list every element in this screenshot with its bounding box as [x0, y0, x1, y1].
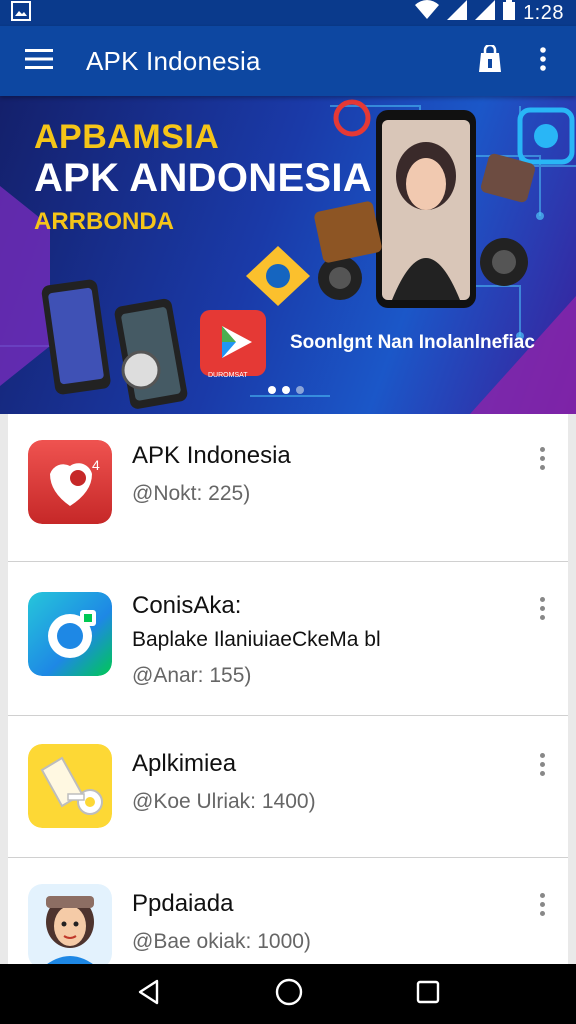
gallery-notification-icon	[10, 0, 32, 27]
key-tool-icon	[28, 744, 112, 828]
carousel-indicator[interactable]	[268, 386, 304, 394]
banner-headline-1: APBAMSIA	[34, 118, 220, 156]
item-overflow-button[interactable]	[530, 746, 554, 782]
more-vert-icon	[540, 46, 546, 76]
item-overflow-button[interactable]	[530, 886, 554, 922]
carousel-dot-1[interactable]	[268, 386, 276, 394]
item-overflow-button[interactable]	[530, 440, 554, 476]
signal-icon	[447, 0, 468, 26]
app-title: Ppdaiada	[132, 890, 234, 917]
app-title: APK Indonesia	[132, 442, 291, 469]
store-button[interactable]	[462, 26, 518, 96]
banner-tagline: Soonlgnt Nan Inolanlnefiac	[290, 332, 535, 353]
back-button[interactable]	[135, 978, 163, 1011]
menu-button[interactable]	[0, 26, 78, 96]
camera-lens-icon	[28, 592, 112, 676]
status-bar: 1:28	[0, 0, 576, 26]
signal-2-icon	[475, 0, 496, 26]
store-caption: DUROMSAT	[208, 372, 248, 379]
banner-headline-2: APK ANDONESIA	[34, 156, 373, 200]
app-list: 4 APK Indonesia @Nokt: 225) ConisAka: Ba…	[8, 414, 568, 978]
app-meta: @Nokt: 225)	[132, 482, 251, 505]
list-item[interactable]: 4 APK Indonesia @Nokt: 225)	[8, 414, 568, 562]
app-title: APK Indonesia	[86, 45, 261, 76]
list-item[interactable]: ConisAka: Baplake IlaniuiaeCkeMa bl @Ana…	[8, 562, 568, 716]
banner-headline-3: ARRBONDA	[34, 208, 174, 235]
app-meta: @Anar: 155)	[132, 664, 252, 687]
heart-shield-icon: 4	[28, 440, 112, 524]
app-title: ConisAka:	[132, 592, 242, 619]
item-overflow-button[interactable]	[530, 590, 554, 626]
app-title: Aplkimiea	[132, 750, 237, 777]
app-meta: @Bae okiak: 1000)	[132, 930, 311, 953]
status-time: 1:28	[523, 1, 564, 24]
promo-banner[interactable]: APBAMSIA APK ANDONESIA ARRBONDA DUROMSAT…	[0, 96, 576, 414]
navigation-bar	[0, 964, 576, 1024]
svg-text:4: 4	[92, 457, 100, 473]
list-item[interactable]: Aplkimiea @Koe Ulriak: 1400)	[8, 716, 568, 858]
app-meta: @Koe Ulriak: 1400)	[132, 790, 316, 813]
home-button[interactable]	[274, 977, 304, 1012]
carousel-dot-2[interactable]	[282, 386, 290, 394]
app-bar: APK Indonesia	[0, 26, 576, 96]
recents-button[interactable]	[415, 979, 441, 1010]
list-item[interactable]: Ppdaiada @Bae okiak: 1000)	[8, 858, 568, 978]
battery-icon	[503, 0, 516, 26]
app-subtitle: Baplake IlaniuiaeCkeMa bl	[132, 628, 381, 651]
shopping-bag-icon	[477, 43, 503, 78]
avatar-icon	[28, 884, 112, 968]
carousel-dot-3[interactable]	[296, 386, 304, 394]
wifi-icon	[415, 0, 440, 26]
recents-square-icon	[416, 980, 439, 1003]
back-triangle-icon	[139, 979, 159, 1004]
hamburger-icon	[25, 48, 53, 75]
overflow-menu-button[interactable]	[518, 26, 568, 96]
home-circle-icon	[275, 978, 303, 1005]
